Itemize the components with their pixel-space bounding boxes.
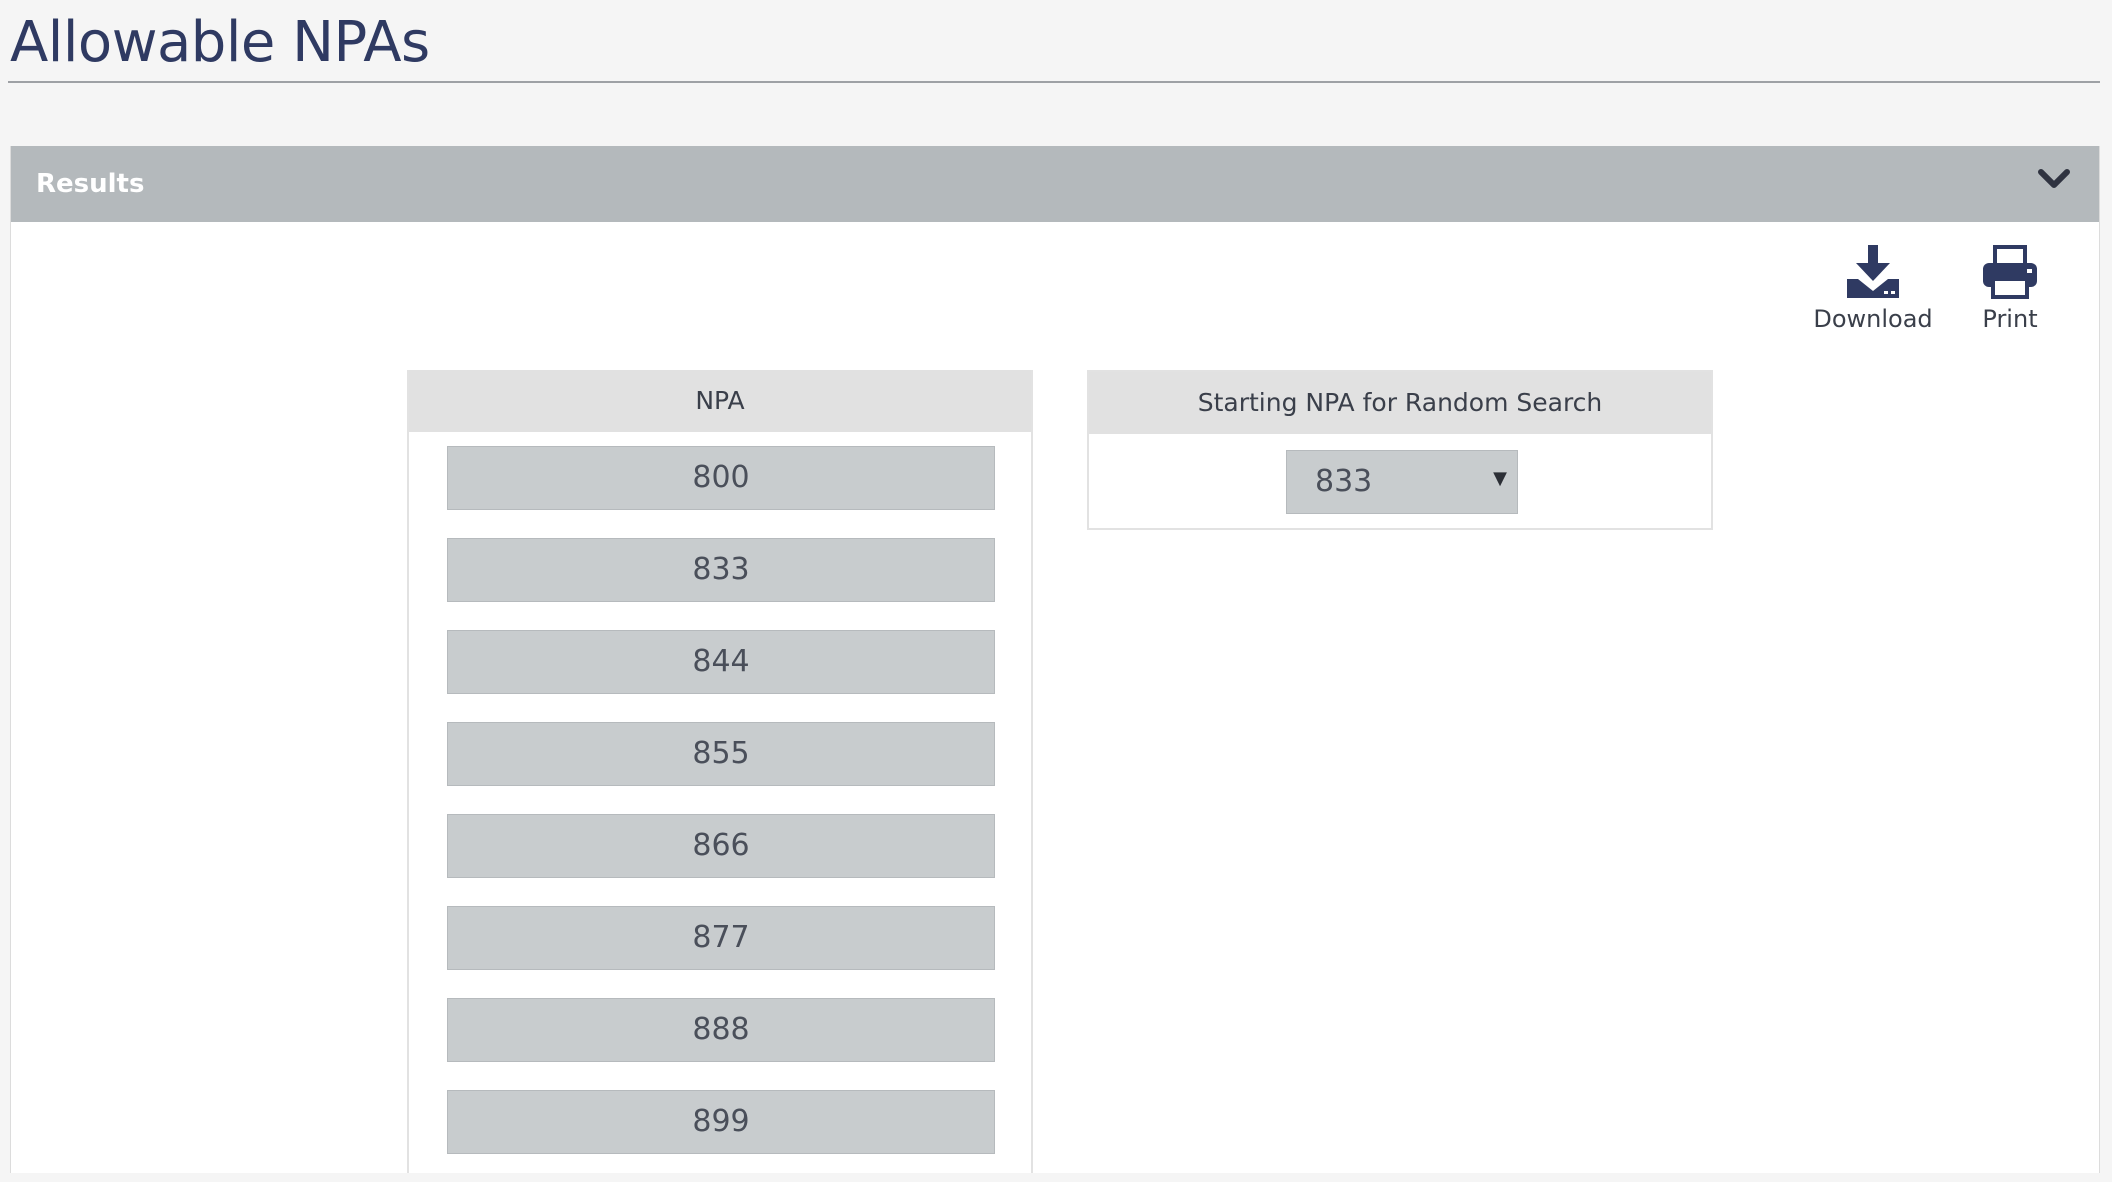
npa-list-item[interactable]: 855 (447, 722, 995, 786)
random-search-header: Starting NPA for Random Search (1089, 372, 1711, 434)
chevron-down-icon[interactable] (2037, 166, 2071, 192)
npa-list-item[interactable]: 844 (447, 630, 995, 694)
print-label: Print (1982, 305, 2038, 333)
results-panel-header[interactable]: Results (11, 146, 2099, 222)
printer-icon (1983, 245, 2037, 299)
npa-list-item[interactable]: 800 (447, 446, 995, 510)
npa-list-item[interactable]: 833 (447, 538, 995, 602)
download-button[interactable]: Download (1803, 245, 1943, 333)
download-icon (1847, 245, 1899, 298)
download-label: Download (1813, 305, 1933, 333)
npa-list-item[interactable]: 866 (447, 814, 995, 878)
npa-list: 800 833 844 855 866 877 888 899 (447, 446, 995, 1182)
npa-list-item[interactable]: 899 (447, 1090, 995, 1154)
npa-list-item[interactable]: 888 (447, 998, 995, 1062)
title-divider (8, 81, 2100, 83)
npa-table: NPA 800 833 844 855 866 877 888 899 (407, 370, 1033, 1173)
print-button[interactable]: Print (1960, 245, 2060, 333)
dropdown-arrow-icon: ▼ (1493, 468, 1507, 489)
results-panel-title: Results (36, 169, 145, 199)
starting-npa-select[interactable]: 833 ▼ (1286, 450, 1518, 514)
random-search-box: Starting NPA for Random Search 833 ▼ (1087, 370, 1713, 530)
page-title: Allowable NPAs (10, 10, 430, 75)
npa-list-item[interactable]: 877 (447, 906, 995, 970)
results-panel: Results (10, 146, 2100, 1173)
npa-column-header: NPA (409, 370, 1031, 432)
starting-npa-value: 833 (1315, 464, 1373, 499)
